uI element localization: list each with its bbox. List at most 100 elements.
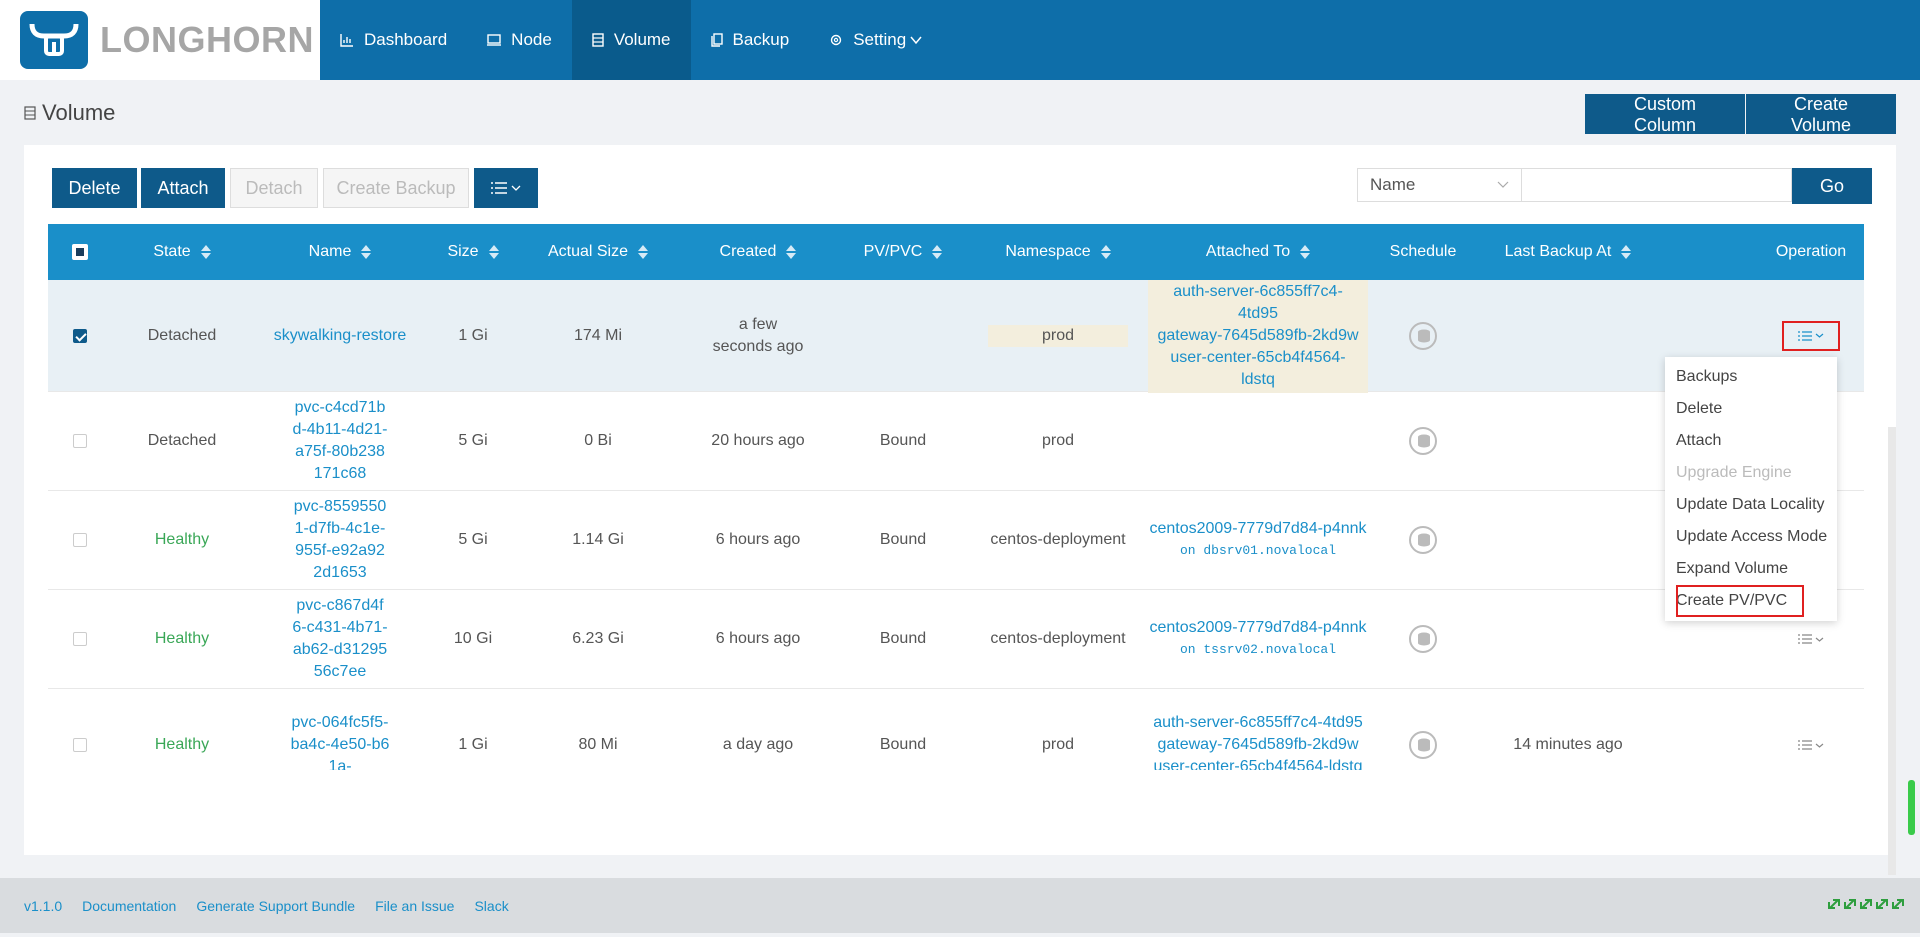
support-bundle-link[interactable]: Generate Support Bundle (196, 898, 355, 914)
volume-name-link[interactable]: pvc-85595501-d7fb-4c1e-955f-e92a922d1653 (292, 496, 388, 584)
volume-name-link[interactable]: pvc-064fc5f5-ba4c-4e50-b61a- (288, 712, 392, 770)
col-namespace[interactable]: Namespace (968, 224, 1148, 280)
menu-item-backups[interactable]: Backups (1665, 361, 1837, 393)
table-row[interactable]: Healthy pvc-c867d4f6-c431-4b71-ab62-d312… (48, 590, 1864, 689)
schedule-icon[interactable] (1407, 320, 1439, 352)
col-label: Last Backup At (1504, 243, 1612, 260)
sort-icon (488, 245, 499, 259)
menu-item-delete[interactable]: Delete (1665, 393, 1837, 425)
menu-item-expand-volume[interactable]: Expand Volume (1665, 553, 1837, 585)
table-row[interactable]: Healthy pvc-064fc5f5-ba4c-4e50-b61a- 1 G… (48, 689, 1864, 770)
detach-button[interactable]: Detach (230, 168, 318, 208)
version-link[interactable]: v1.1.0 (24, 898, 62, 914)
monitor-icon (487, 34, 502, 46)
schedule-icon[interactable] (1407, 524, 1439, 556)
table-scrollbar[interactable] (1888, 427, 1896, 875)
row-actual-size: 1.14 Gi (572, 531, 624, 548)
col-last-backup[interactable]: Last Backup At (1478, 224, 1658, 280)
create-backup-button[interactable]: Create Backup (323, 168, 469, 208)
attached-pod-link[interactable]: auth-server-6c855ff7c4-4td95 (1153, 712, 1363, 734)
col-state[interactable]: State (112, 224, 252, 280)
volume-name-link[interactable]: skywalking-restore (274, 325, 406, 347)
bulk-actions-menu-button[interactable] (474, 168, 538, 208)
filter-field-select[interactable]: Name (1357, 168, 1522, 202)
sort-icon (361, 245, 372, 259)
row-size: 1 Gi (458, 326, 488, 344)
nav-volume[interactable]: Volume (571, 0, 691, 80)
col-label: Created (719, 243, 777, 260)
menu-item-create-pv-pvc[interactable]: Create PV/PVC (1676, 585, 1804, 617)
attach-button[interactable]: Attach (141, 168, 225, 208)
attached-pod-link[interactable]: gateway-7645d589fb-2kd9w (1153, 734, 1363, 756)
menu-item-update-access-mode[interactable]: Update Access Mode (1665, 521, 1837, 553)
row-checkbox[interactable] (73, 738, 87, 752)
operation-menu-button[interactable] (1782, 320, 1840, 351)
table-row[interactable]: Healthy pvc-85595501-d7fb-4c1e-955f-e92a… (48, 491, 1864, 590)
nav-label: Node (511, 30, 552, 49)
create-volume-button[interactable]: Create Volume (1746, 94, 1896, 135)
menu-item-upgrade-engine[interactable]: Upgrade Engine (1665, 457, 1837, 489)
copy-icon (710, 33, 723, 47)
nav-setting[interactable]: Setting (809, 0, 942, 80)
table-row[interactable]: Detached skywalking-restore 1 Gi 174 Mi … (48, 280, 1864, 393)
menu-item-update-data-locality[interactable]: Update Data Locality (1665, 489, 1837, 521)
row-state: Detached (147, 432, 217, 449)
footer: v1.1.0 Documentation Generate Support Bu… (0, 878, 1920, 933)
table-row[interactable]: Detached pvc-c4cd71bd-4b11-4d21-a75f-80b… (48, 392, 1864, 491)
sort-icon (638, 245, 649, 259)
row-checkbox[interactable] (73, 632, 87, 646)
volume-name-link[interactable]: pvc-c4cd71bd-4b11-4d21-a75f-80b238171c68 (292, 397, 388, 485)
sort-icon (1300, 245, 1311, 259)
row-checkbox[interactable] (73, 328, 87, 343)
row-namespace: centos-deployment (990, 531, 1126, 548)
row-namespace: prod (1041, 736, 1075, 753)
attached-pod-link[interactable]: user-center-65cb4f4564-ldstq (1154, 347, 1362, 391)
row-namespace: centos-deployment (990, 630, 1126, 647)
schedule-icon[interactable] (1407, 729, 1439, 761)
delete-button[interactable]: Delete (52, 168, 137, 208)
schedule-icon[interactable] (1407, 425, 1439, 457)
attached-pod-link[interactable]: gateway-7645d589fb-2kd9w (1154, 325, 1362, 347)
select-all-checkbox[interactable] (72, 244, 88, 260)
nav-node[interactable]: Node (467, 0, 572, 80)
slack-link[interactable]: Slack (474, 898, 508, 914)
operation-menu-button[interactable] (1798, 634, 1824, 644)
sort-icon (1100, 245, 1111, 259)
connection-status (1828, 896, 1908, 912)
link-icon (1828, 899, 1904, 909)
col-pvpvc[interactable]: PV/PVC (838, 224, 968, 280)
brand-logo[interactable]: LONGHORN (0, 0, 320, 80)
attached-pod-link[interactable]: user-center-65cb4f4564-ldstq (1153, 756, 1363, 770)
volume-name-link[interactable]: pvc-c867d4f6-c431-4b71-ab62-d3129556c7ee (292, 595, 388, 683)
file-issue-link[interactable]: File an Issue (375, 898, 454, 914)
row-checkbox[interactable] (73, 533, 87, 547)
menu-item-attach[interactable]: Attach (1665, 425, 1837, 457)
row-created: 6 hours ago (715, 630, 801, 647)
list-icon (491, 182, 507, 194)
col-actual-size[interactable]: Actual Size (518, 224, 678, 280)
row-pvpvc: Bound (879, 531, 927, 548)
col-size[interactable]: Size (428, 224, 518, 280)
col-name[interactable]: Name (252, 224, 428, 280)
schedule-icon[interactable] (1407, 623, 1439, 655)
col-created[interactable]: Created (678, 224, 838, 280)
sort-icon (1621, 245, 1632, 259)
go-button[interactable]: Go (1792, 168, 1872, 204)
nav-dashboard[interactable]: Dashboard (320, 0, 467, 80)
attached-pod-link[interactable]: auth-server-6c855ff7c4-4td95 (1154, 281, 1362, 325)
list-icon (1798, 634, 1812, 644)
row-actual-size: 80 Mi (578, 736, 618, 753)
row-checkbox[interactable] (73, 434, 87, 448)
custom-column-button[interactable]: Custom Column (1585, 94, 1745, 135)
operation-menu-button[interactable] (1798, 740, 1824, 750)
col-label: Name (308, 243, 352, 260)
attached-pod-link[interactable]: centos2009-7779d7d84-p4nnk (1149, 518, 1366, 540)
filter-search-input[interactable] (1522, 168, 1792, 202)
nav-backup[interactable]: Backup (691, 0, 810, 80)
page-scroll-indicator[interactable] (1908, 780, 1915, 835)
row-actual-size: 174 Mi (573, 326, 623, 344)
row-created: 6 hours ago (715, 531, 801, 548)
col-attached-to[interactable]: Attached To (1148, 224, 1368, 280)
documentation-link[interactable]: Documentation (82, 898, 176, 914)
attached-pod-link[interactable]: centos2009-7779d7d84-p4nnk (1149, 617, 1366, 639)
